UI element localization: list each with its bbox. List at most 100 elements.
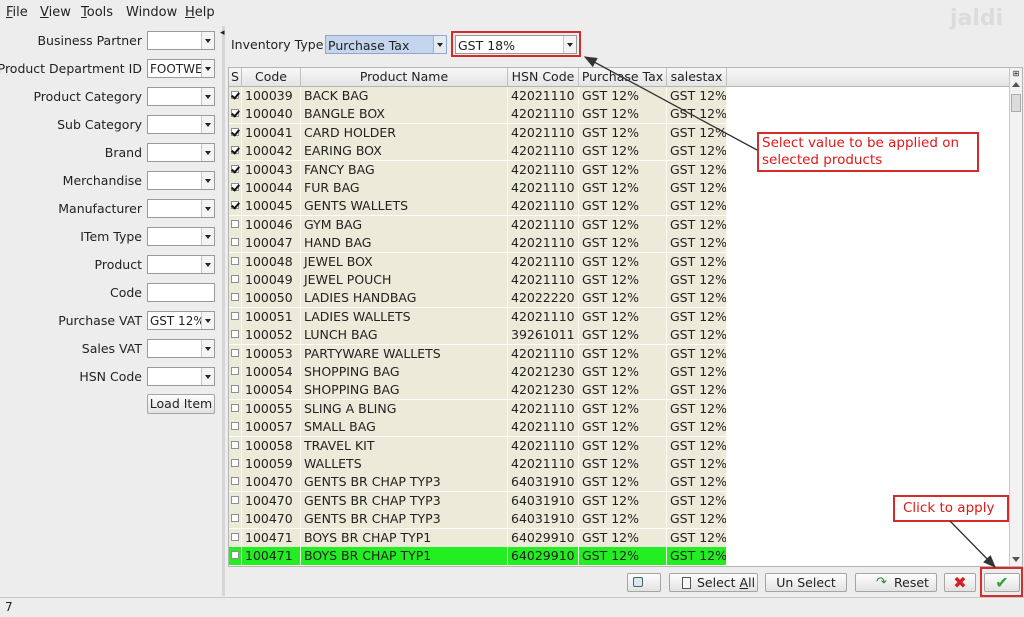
row-checkbox[interactable] [231, 551, 239, 559]
table-row[interactable]: 100059 WALLETS 42021110 GST 12% GST 12% [229, 455, 727, 473]
row-checkbox[interactable] [231, 330, 239, 339]
row-checkbox[interactable] [231, 422, 239, 431]
row-checkbox[interactable] [231, 91, 239, 99]
row-checkbox[interactable] [231, 219, 239, 228]
product-combo[interactable] [147, 255, 215, 274]
col-header-purchase-tax[interactable]: Purchase Tax [579, 68, 667, 86]
brand-combo[interactable] [147, 143, 215, 162]
table-row[interactable]: 100470 GENTS BR CHAP TYP3 64031910 GST 12% G… [229, 473, 727, 492]
table-row[interactable]: 100040 BANGLE BOX 42021110 GST 12% GST 12% [229, 105, 727, 124]
row-checkbox[interactable] [231, 275, 239, 283]
table-row[interactable]: 100045 GENTS WALLETS 42021110 GST 12% GST 12… [229, 197, 727, 216]
chevron-down-icon[interactable] [201, 60, 214, 77]
row-checkbox[interactable] [231, 440, 239, 449]
row-checkbox[interactable] [231, 348, 239, 357]
row-checkbox[interactable] [231, 403, 239, 412]
tax-value-combo[interactable]: GST 18% [455, 35, 577, 54]
row-checkbox[interactable] [231, 146, 239, 155]
table-row[interactable]: 100046 GYM BAG 42021110 GST 12% GST 12% [229, 215, 727, 234]
row-checkbox[interactable] [231, 385, 239, 394]
manufacturer-combo[interactable] [147, 199, 215, 218]
row-checkbox[interactable] [231, 127, 239, 136]
table-row[interactable]: 100053 PARTYWARE WALLETS 42021110 GST 12% GS… [229, 344, 727, 363]
sub-category-combo[interactable] [147, 115, 215, 134]
col-header-code[interactable]: Code [242, 68, 301, 86]
table-row[interactable]: 100041 CARD HOLDER 42021110 GST 12% GST 12% [229, 123, 727, 142]
table-row[interactable]: 100049 JEWEL POUCH 42021110 GST 12% GST 12% [229, 271, 727, 289]
table-row[interactable]: 100058 TRAVEL KIT 42021110 GST 12% GST 12% [229, 436, 727, 455]
col-header-product-name[interactable]: Product Name [301, 68, 508, 86]
chevron-down-icon[interactable] [201, 116, 214, 133]
item-type-combo[interactable] [147, 227, 215, 246]
code-input[interactable] [147, 283, 215, 302]
table-row[interactable]: 100054 SHOPPING BAG 42021230 GST 12% GST 12% [229, 381, 727, 400]
product-category-combo[interactable] [147, 87, 215, 106]
row-checkbox[interactable] [231, 109, 239, 118]
table-row[interactable]: 100052 LUNCH BAG 39261011 GST 12% GST 12% [229, 326, 727, 345]
row-checkbox[interactable] [231, 183, 239, 191]
hsn-code-combo[interactable] [147, 367, 215, 386]
table-row[interactable]: 100039 BACK BAG 42021110 GST 12% GST 12% [229, 87, 727, 105]
table-row[interactable]: 100048 JEWEL BOX 42021110 GST 12% GST 12% [229, 252, 727, 271]
menu-view[interactable]: View [40, 5, 71, 20]
chevron-down-icon[interactable] [563, 36, 576, 53]
chevron-down-icon[interactable] [201, 144, 214, 161]
table-row[interactable]: 100042 EARING BOX 42021110 GST 12% GST 12% [229, 142, 727, 161]
chevron-down-icon[interactable] [201, 256, 214, 273]
purchase-vat-combo[interactable]: GST 12% [147, 311, 215, 330]
scroll-up-icon[interactable] [1012, 82, 1020, 87]
row-checkbox[interactable] [231, 495, 239, 504]
product-department-id-combo[interactable]: FOOTWEAR [147, 59, 215, 78]
unselect-button[interactable]: Un Select [765, 573, 847, 592]
chevron-down-icon[interactable] [201, 368, 214, 385]
panel-divider[interactable] [222, 26, 225, 596]
row-checkbox[interactable] [231, 367, 239, 375]
table-row[interactable]: 100043 FANCY BAG 42021110 GST 12% GST 12% [229, 160, 727, 179]
col-header-hsn-code[interactable]: HSN Code [508, 68, 579, 86]
collapse-arrow-icon[interactable]: ◂ [220, 28, 226, 38]
row-checkbox[interactable] [231, 459, 239, 467]
chevron-down-icon[interactable] [201, 312, 214, 329]
merchandise-combo[interactable] [147, 171, 215, 190]
menu-window[interactable]: Window [126, 5, 177, 20]
scroll-thumb[interactable] [1011, 94, 1021, 112]
sales-vat-combo[interactable] [147, 339, 215, 358]
col-header-salestax[interactable]: salestax [667, 68, 727, 86]
chevron-down-icon[interactable] [433, 36, 446, 53]
table-row[interactable]: 100470 GENTS BR CHAP TYP3 64031910 GST 12% G… [229, 491, 727, 510]
table-row[interactable]: 100047 HAND BAG 42021110 GST 12% GST 12% [229, 234, 727, 253]
vertical-scrollbar[interactable]: ⊞ [1009, 68, 1022, 566]
inventory-type-combo[interactable]: Purchase Tax [325, 35, 447, 54]
row-checkbox[interactable] [231, 311, 239, 320]
chevron-down-icon[interactable] [201, 32, 214, 49]
business-partner-combo[interactable] [147, 31, 215, 50]
chevron-down-icon[interactable] [201, 172, 214, 189]
menu-file[interactable]: File [6, 5, 28, 20]
table-row[interactable]: 100054 SHOPPING BAG 42021230 GST 12% GST 12% [229, 363, 727, 381]
table-row[interactable]: 100057 SMALL BAG 42021110 GST 12% GST 12% [229, 418, 727, 437]
select-all-button[interactable]: Select All [669, 573, 758, 592]
table-row[interactable]: 100051 LADIES WALLETS 42021110 GST 12% GST 1… [229, 307, 727, 326]
cancel-button[interactable]: ✖ [944, 573, 976, 592]
load-item-button[interactable]: Load Item [147, 394, 215, 414]
row-checkbox[interactable] [231, 477, 239, 486]
table-row[interactable]: 100044 FUR BAG 42021110 GST 12% GST 12% [229, 179, 727, 197]
reset-button[interactable]: ↷ Reset [855, 573, 937, 592]
find-button[interactable] [627, 573, 661, 592]
menu-tools[interactable]: Tools [81, 5, 113, 20]
table-row[interactable]: 100471 BOYS BR CHAP TYP1 64029910 GST 12% GS… [229, 547, 727, 565]
row-checkbox[interactable] [231, 164, 239, 173]
row-checkbox[interactable] [231, 238, 239, 247]
menu-help[interactable]: Help [185, 5, 215, 20]
chevron-down-icon[interactable] [201, 340, 214, 357]
row-checkbox[interactable] [231, 293, 239, 302]
table-row[interactable]: 100050 LADIES HANDBAG 42022220 GST 12% GST 1… [229, 289, 727, 308]
table-row[interactable]: 100470 GENTS BR CHAP TYP3 64031910 GST 12% G… [229, 510, 727, 529]
chevron-down-icon[interactable] [201, 200, 214, 217]
col-header-select[interactable]: S [229, 68, 242, 86]
column-chooser-icon[interactable]: ⊞ [1011, 69, 1021, 79]
chevron-down-icon[interactable] [201, 228, 214, 245]
scroll-down-icon[interactable] [1012, 557, 1020, 562]
row-checkbox[interactable] [231, 201, 239, 210]
row-checkbox[interactable] [231, 514, 239, 523]
